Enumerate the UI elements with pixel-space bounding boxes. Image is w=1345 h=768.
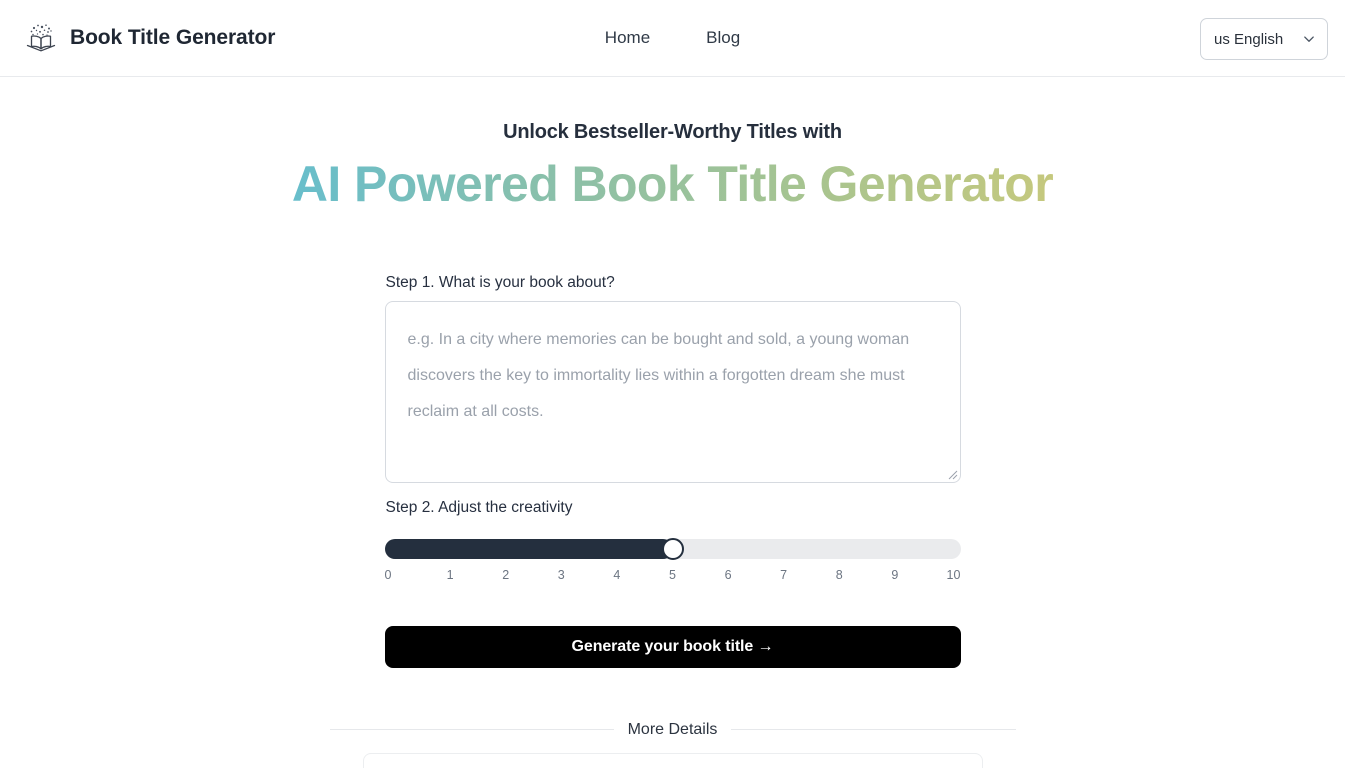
details-card <box>362 752 983 768</box>
generator-form: Step 1. What is your book about? Step 2.… <box>384 216 961 668</box>
hero-kicker: Unlock Bestseller-Worthy Titles with <box>503 121 842 143</box>
divider-line-left <box>329 729 614 730</box>
step-1-label: Step 1. What is your book about? <box>385 273 615 291</box>
slider-tick-5: 5 <box>668 567 676 582</box>
slider-tick-labels: 0 1 2 3 4 5 6 7 8 9 10 <box>385 568 961 582</box>
slider-tick-3: 3 <box>557 567 565 582</box>
more-details-divider: More Details <box>329 720 1016 739</box>
brand-name: Book Title Generator <box>70 26 276 49</box>
slider-thumb[interactable] <box>661 537 684 560</box>
language-selector-label: us English <box>1214 30 1284 48</box>
language-selector[interactable]: us English <box>1200 18 1328 60</box>
nav-item-home[interactable]: Home <box>605 28 650 48</box>
page-title: AI Powered Book Title Generator <box>0 153 1345 216</box>
slider-tick-0: 0 <box>384 567 392 582</box>
site-header: Book Title Generator Home Blog us Englis… <box>0 0 1345 77</box>
slider-tick-4: 4 <box>613 567 621 582</box>
main-nav: Home Blog <box>605 28 740 48</box>
prompt-field-wrapper <box>384 300 961 483</box>
slider-tick-7: 7 <box>780 567 788 582</box>
slider-tick-1: 1 <box>446 567 454 582</box>
more-details-label: More Details <box>627 720 718 738</box>
slider-track-fill <box>384 538 673 559</box>
slider-tick-6: 6 <box>724 567 732 582</box>
slider-tick-8: 8 <box>835 567 843 582</box>
slider-tick-10: 10 <box>946 567 961 582</box>
step-2-label: Step 2. Adjust the creativity <box>385 498 573 516</box>
slider-tick-2: 2 <box>502 567 510 582</box>
brand-link[interactable]: Book Title Generator <box>24 21 275 55</box>
generate-button[interactable]: Generate your book title → <box>384 625 961 668</box>
slider-tick-9: 9 <box>891 567 899 582</box>
nav-item-blog[interactable]: Blog <box>706 28 740 48</box>
book-description-input[interactable] <box>384 300 961 483</box>
hero-section: Unlock Bestseller-Worthy Titles with AI … <box>0 77 1345 216</box>
divider-line-right <box>731 729 1016 730</box>
slider-track[interactable] <box>384 537 961 560</box>
chevron-down-icon <box>1304 36 1314 42</box>
open-book-sparkles-icon <box>26 24 56 52</box>
creativity-slider[interactable]: 0 1 2 3 4 5 6 7 8 9 10 <box>384 537 961 582</box>
